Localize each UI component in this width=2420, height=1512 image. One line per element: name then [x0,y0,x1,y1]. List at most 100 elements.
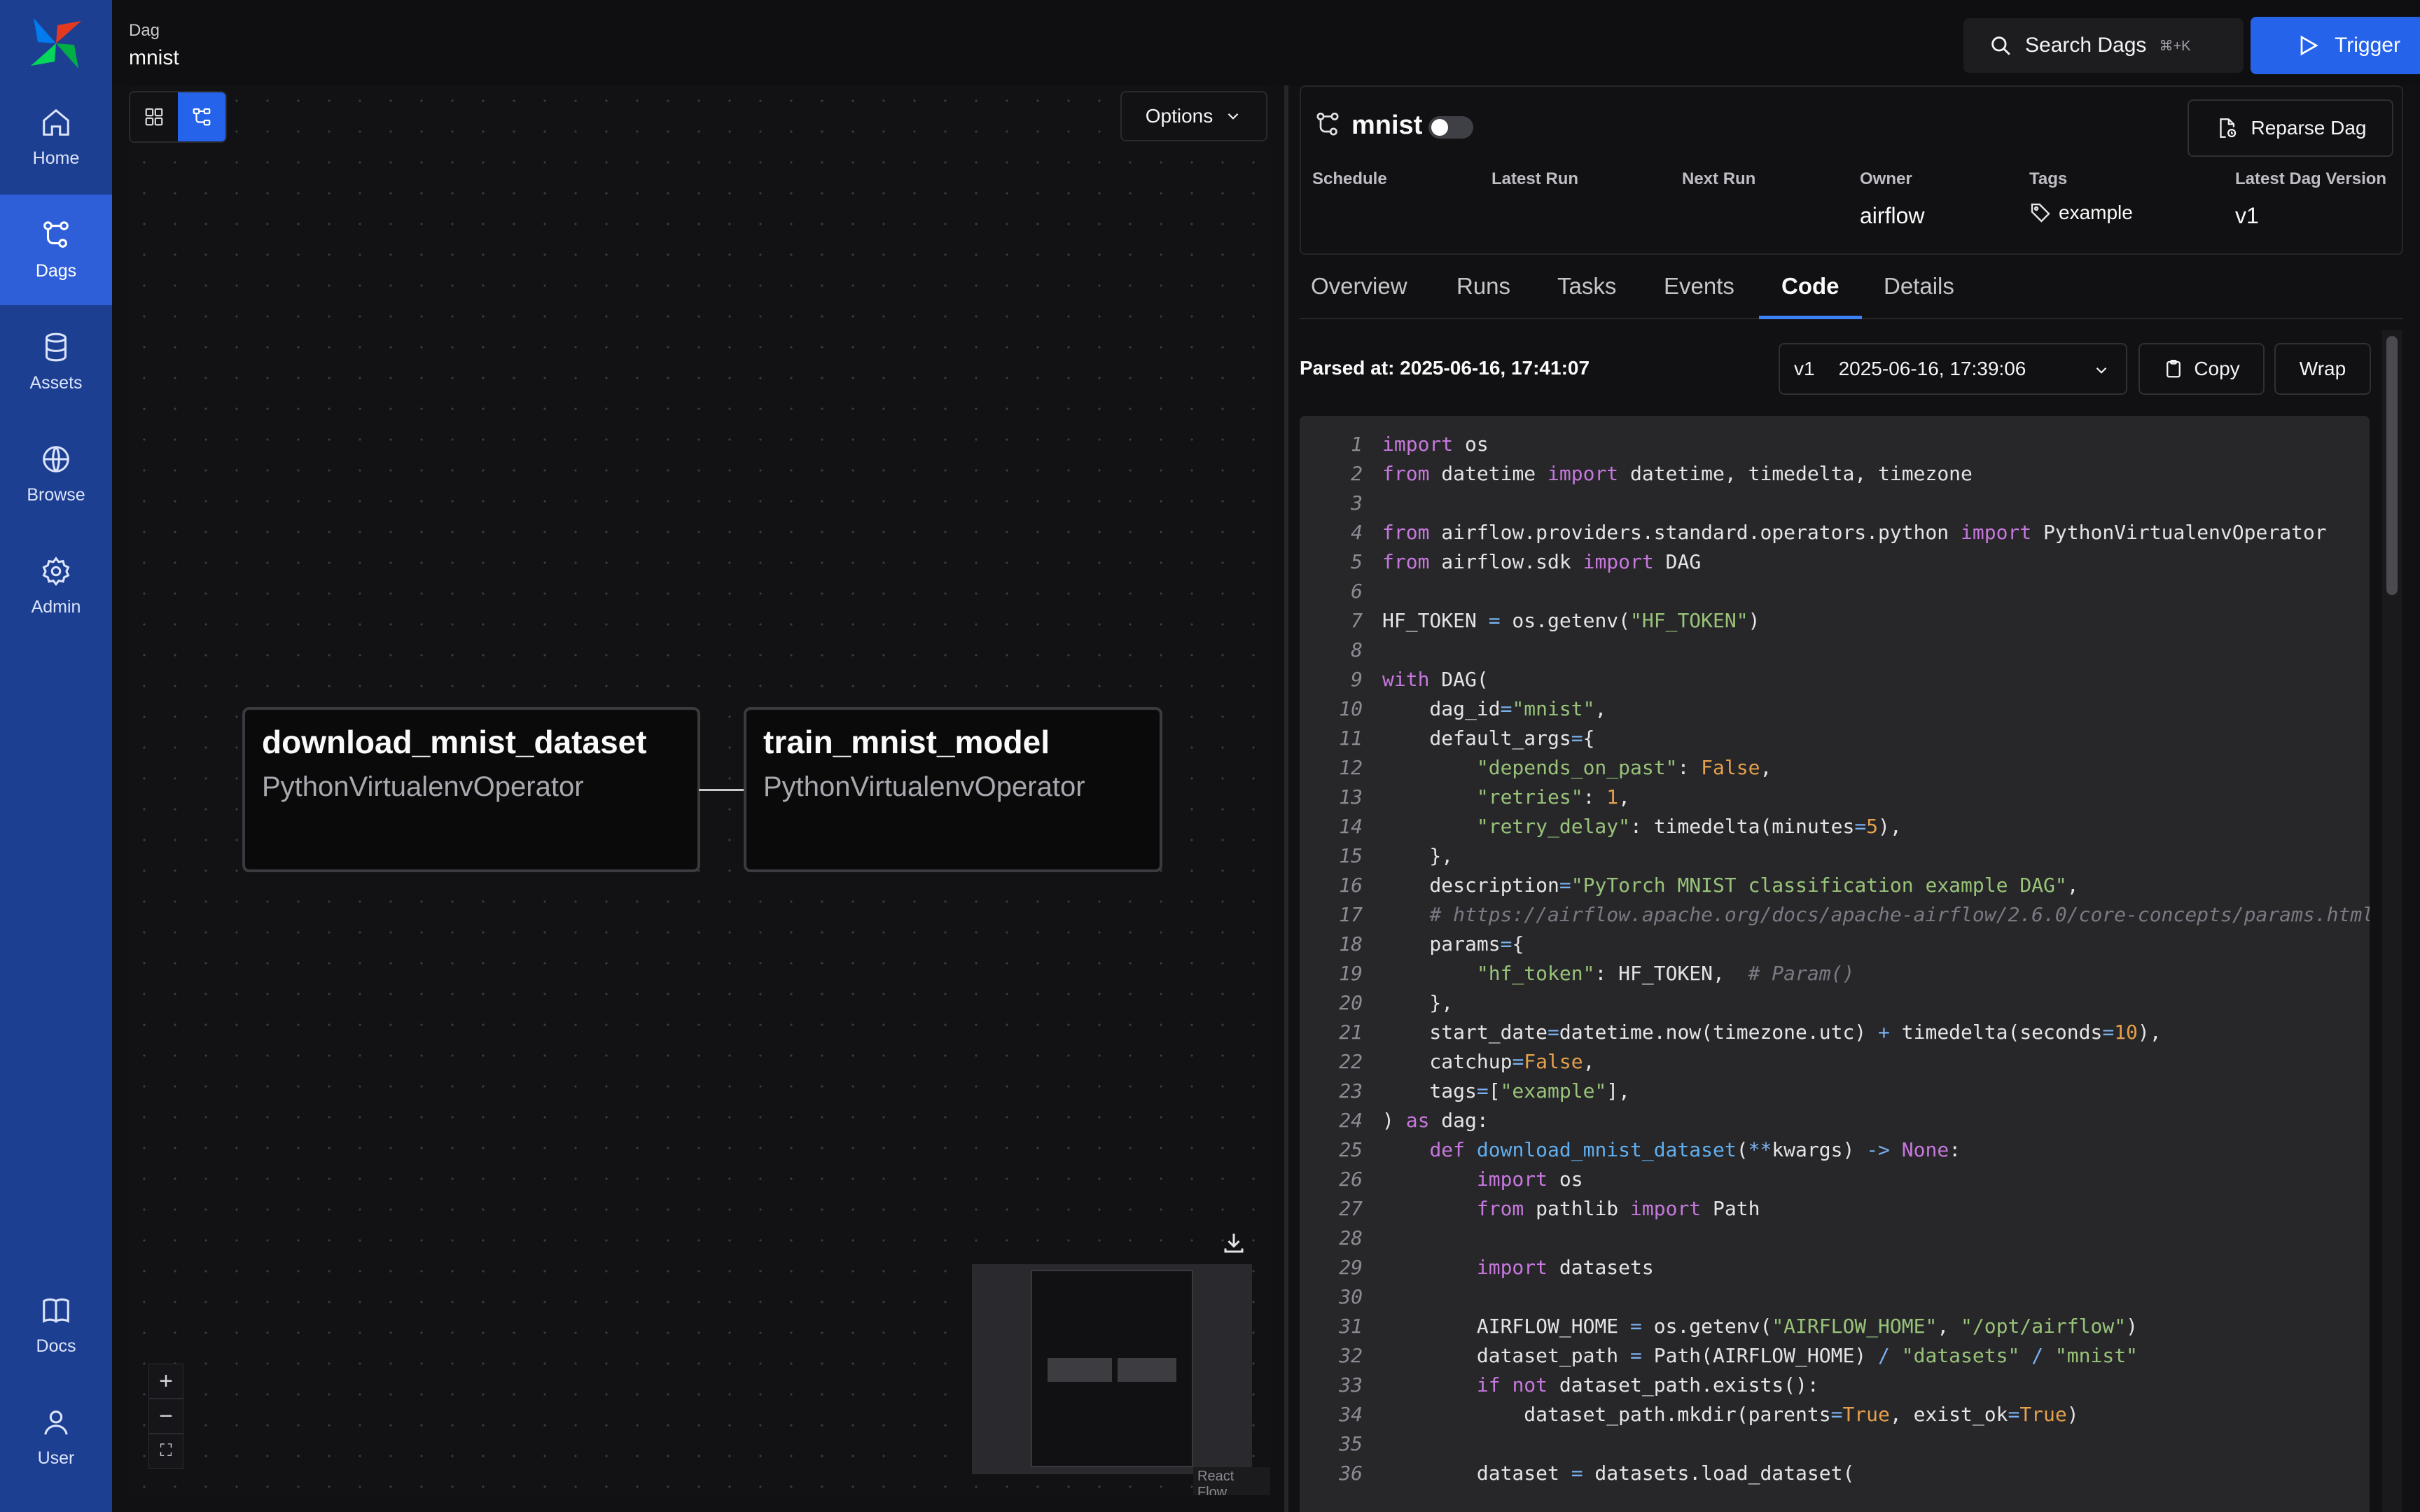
line-number: 22 [1339,1050,1363,1073]
code-line: 24) as dag: [1300,1106,2370,1135]
sidebar-item-label: Home [32,148,80,168]
panel-resize-handle[interactable] [1284,85,1288,1512]
gear-icon [42,556,70,586]
sidebar-item-home[interactable]: Home [0,82,112,192]
sidebar-item-assets[interactable]: Assets [0,307,112,417]
code-line: 32 dataset_path = Path(AIRFLOW_HOME) / "… [1300,1341,2370,1371]
trigger-label: Trigger [2335,34,2400,57]
code-text: description="PyTorch MNIST classificatio… [1382,874,2079,897]
next-run-label: Next Run [1682,169,1756,188]
line-number: 30 [1339,1285,1363,1308]
scrollbar-thumb[interactable] [2386,336,2398,595]
sidebar-item-user[interactable]: User [0,1382,112,1492]
tab-tasks[interactable]: Tasks [1557,273,1616,319]
database-icon [46,332,67,361]
code-text: "hf_token": HF_TOKEN, # Param() [1476,962,1855,985]
code-text: dataset = datasets.load_dataset( [1382,1462,1855,1485]
graph-view-button[interactable] [178,92,225,141]
code-line: 35 [1300,1429,2370,1459]
reparse-file-icon [2219,118,2236,138]
play-icon [2300,35,2318,56]
line-number: 36 [1339,1462,1363,1485]
dag-details-card: mnist Reparse Dag Schedule Latest Run Ne… [1300,85,2403,255]
line-number: 26 [1339,1168,1363,1191]
version-select[interactable]: v1 2025-06-16, 17:39:06 [1779,343,2127,395]
task-node-title: download_mnist_dataset [262,724,647,760]
tag-badge[interactable]: example [2029,202,2133,224]
sidebar-item-label: Browse [27,484,85,505]
tag-label: example [2059,202,2133,223]
version-select-date: 2025-06-16, 17:39:06 [1838,358,2026,379]
code-line: 23 tags=["example"], [1300,1077,2370,1106]
code-scrollbar[interactable] [2382,330,2402,1512]
wrap-button[interactable]: Wrap [2274,343,2371,395]
line-number: 1 [1351,433,1363,456]
code-line: 16 description="PyTorch MNIST classifica… [1300,871,2370,900]
line-number: 32 [1339,1344,1363,1367]
line-number: 15 [1339,844,1363,867]
code-line: 26 import os [1300,1165,2370,1194]
breadcrumb-label: Dag [129,21,160,40]
tab-code[interactable]: Code [1759,273,1862,319]
dags-icon [43,220,69,248]
tab-runs[interactable]: Runs [1456,273,1510,319]
fit-view-button[interactable]: ⛶ [148,1434,183,1469]
code-text: # https://airflow.apache.org/docs/apache… [1429,903,2370,926]
line-number: 14 [1339,815,1363,838]
trigger-button[interactable]: Trigger [2251,17,2420,74]
dag-version-value: v1 [2235,203,2259,228]
minimap-node [1048,1358,1112,1382]
home-icon [43,108,69,136]
tab-events[interactable]: Events [1664,273,1734,319]
code-line: 3 [1300,489,2370,518]
code-viewer[interactable]: 1 import os 2 from datetime import datetime… [1300,416,2370,1512]
grid-icon [145,108,163,126]
code-line: 8 [1300,636,2370,665]
airflow-logo[interactable] [27,14,85,73]
sidebar-item-browse[interactable]: Browse [0,419,112,529]
task-node-train-mnist-model[interactable]: train_mnist_model PythonVirtualenvOperat… [744,707,1162,872]
sidebar-item-admin[interactable]: Admin [0,531,112,641]
code-text: AIRFLOW_HOME = os.getenv("AIRFLOW_HOME",… [1382,1315,2138,1338]
code-text: tags=["example"], [1382,1079,1631,1102]
tab-details[interactable]: Details [1884,273,1954,319]
code-line: 13 "retries": 1, [1300,783,2370,812]
graph-edge [699,789,745,791]
copy-button[interactable]: Copy [2139,343,2265,395]
dag-pause-toggle[interactable] [1428,116,1473,139]
sidebar-item-dags[interactable]: Dags [0,195,112,305]
owner-value[interactable]: airflow [1860,203,1924,229]
code-line: 12 "depends_on_past": False, [1300,753,2370,783]
search-dags-button[interactable]: Search Dags ⌘+K [1963,18,2244,73]
line-number: 18 [1339,932,1363,955]
download-icon[interactable] [1221,1231,1246,1256]
code-text: from airflow.providers.standard.operator… [1382,521,2327,544]
options-button[interactable]: Options [1120,91,1267,141]
line-number: 5 [1351,550,1363,573]
code-line: 9 with DAG( [1300,665,2370,694]
minimap[interactable] [972,1264,1252,1474]
breadcrumb-dag-name[interactable]: mnist [129,46,179,70]
code-text: ) as dag: [1382,1109,1489,1132]
zoom-in-button[interactable]: + [148,1364,183,1399]
code-line: 18 params={ [1300,930,2370,959]
code-line: 20 }, [1300,988,2370,1018]
reparse-dag-button[interactable]: Reparse Dag [2188,99,2393,157]
task-node-download-mnist-dataset[interactable]: download_mnist_dataset PythonVirtualenvO… [242,707,700,872]
minimap-node [1118,1358,1176,1382]
code-line: 19 "hf_token": HF_TOKEN, # Param() [1300,959,2370,988]
line-number: 2 [1351,462,1363,485]
code-line: 2 from datetime import datetime, timedelt… [1300,459,2370,489]
graph-canvas[interactable]: Options download_mnist_dataset PythonVir… [129,85,1270,1495]
tab-overview[interactable]: Overview [1311,273,1407,319]
grid-view-button[interactable] [130,92,178,141]
code-line: 15 }, [1300,841,2370,871]
code-text: catchup=False, [1382,1050,1595,1073]
react-flow-attribution[interactable]: React Flow [1193,1467,1270,1495]
line-number: 25 [1339,1138,1363,1161]
sidebar-item-docs[interactable]: Docs [0,1270,112,1380]
zoom-out-button[interactable]: − [148,1399,183,1434]
code-text: HF_TOKEN = os.getenv("HF_TOKEN") [1382,609,1760,632]
reparse-label: Reparse Dag [2251,117,2367,139]
code-text: import os [1476,1168,1583,1191]
